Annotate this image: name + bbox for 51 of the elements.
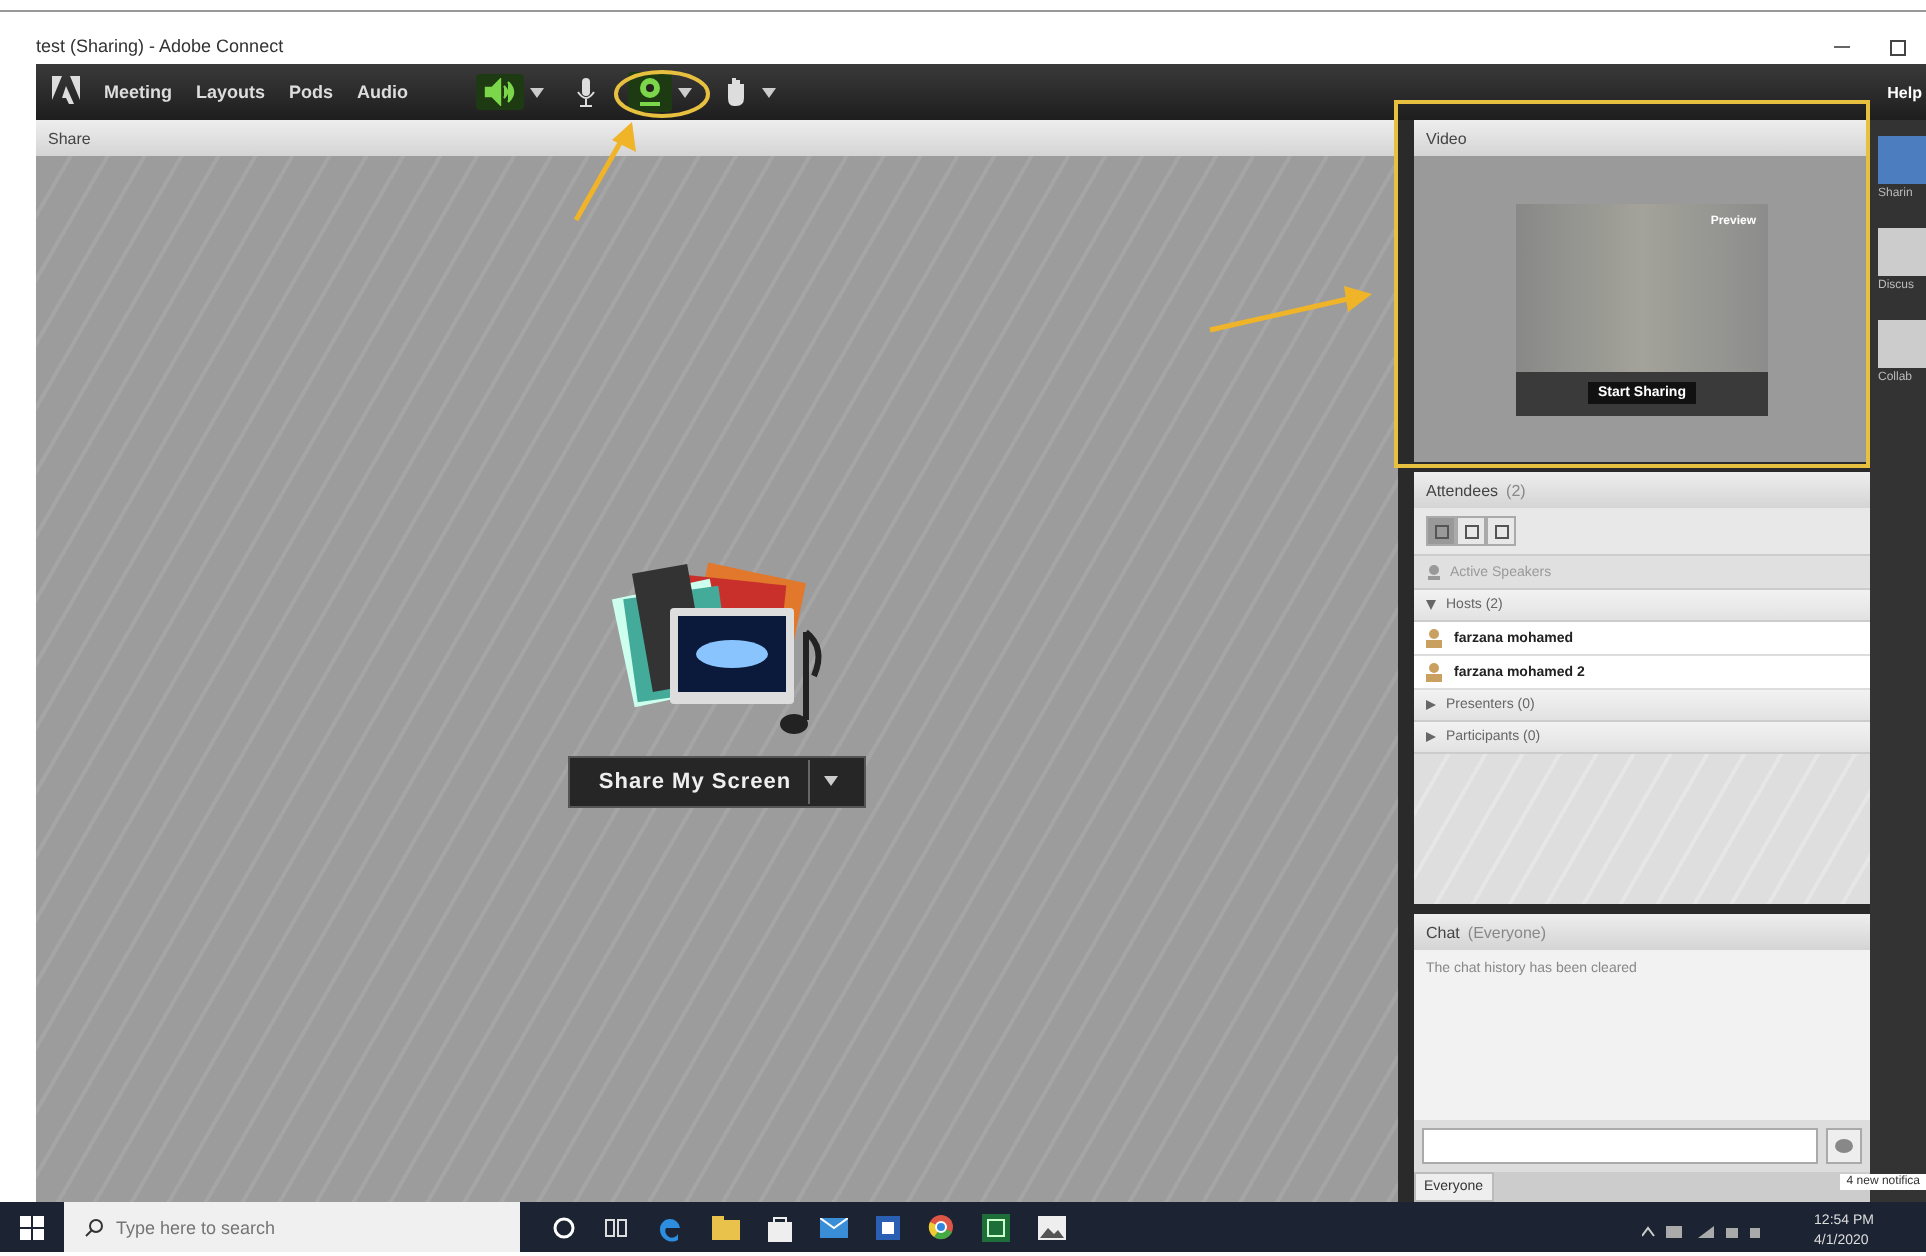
share-my-screen-button[interactable]: Share My Screen bbox=[568, 755, 866, 807]
menu-item[interactable]: Audio bbox=[357, 82, 409, 102]
tray-icons-drawing[interactable] bbox=[1642, 1223, 1763, 1239]
annotation-arrow bbox=[573, 122, 636, 222]
edge-browser-icon[interactable] bbox=[656, 1213, 684, 1241]
pod-title: Chat bbox=[1426, 923, 1460, 941]
triangle-icon bbox=[1426, 600, 1436, 610]
help-menu[interactable]: Help bbox=[1887, 84, 1922, 102]
view-tab[interactable] bbox=[1486, 516, 1516, 546]
caret-icon[interactable] bbox=[530, 87, 545, 97]
pod-title: Attendees bbox=[1426, 481, 1499, 499]
task-view-icon[interactable] bbox=[604, 1215, 628, 1239]
caret-icon[interactable] bbox=[678, 87, 693, 97]
layout-thumbnail[interactable] bbox=[1878, 136, 1926, 184]
layout-thumbnail[interactable] bbox=[1878, 228, 1926, 276]
user-icon bbox=[1426, 628, 1442, 648]
shopping-bag-icon[interactable] bbox=[768, 1213, 792, 1241]
chrome-icon[interactable] bbox=[928, 1214, 954, 1240]
highlight-ellipse bbox=[614, 70, 710, 118]
menu-item[interactable]: Pods bbox=[289, 82, 334, 102]
cortana-icon[interactable] bbox=[552, 1215, 576, 1239]
layout-thumbnail[interactable] bbox=[1878, 320, 1926, 368]
send-button[interactable] bbox=[1826, 1128, 1862, 1164]
maximize-icon[interactable] bbox=[1890, 40, 1906, 56]
window-title: test (Sharing) - Adobe Connect bbox=[36, 36, 286, 56]
view-tab[interactable] bbox=[1426, 516, 1456, 546]
chat-input[interactable] bbox=[1422, 1128, 1818, 1164]
photos-icon[interactable] bbox=[1038, 1215, 1066, 1239]
caret-icon[interactable] bbox=[823, 776, 838, 786]
taskbar-search-field[interactable]: Type here to search bbox=[64, 1202, 520, 1252]
chat-scope: (Everyone) bbox=[1467, 923, 1547, 941]
triangle-icon bbox=[1426, 732, 1436, 742]
menu-item[interactable]: Layouts bbox=[196, 82, 266, 102]
speaker-icon bbox=[1426, 564, 1442, 580]
windows-start-icon[interactable] bbox=[20, 1215, 44, 1239]
view-tab[interactable] bbox=[1456, 516, 1486, 546]
speech-bubble-icon bbox=[1834, 1137, 1854, 1155]
search-icon bbox=[84, 1218, 104, 1238]
pod-title: Share bbox=[48, 129, 91, 147]
pod-title: Video bbox=[1426, 129, 1467, 147]
user-icon bbox=[1426, 662, 1442, 682]
caret-icon[interactable] bbox=[762, 87, 777, 97]
minimize-icon[interactable] bbox=[1834, 46, 1850, 50]
webcam-icon[interactable] bbox=[628, 72, 673, 112]
triangle-icon bbox=[1426, 700, 1436, 710]
mail-icon[interactable] bbox=[820, 1217, 848, 1237]
speaker-icon[interactable] bbox=[476, 74, 525, 110]
adobe-logo-icon[interactable] bbox=[52, 76, 80, 108]
folder-icon[interactable] bbox=[712, 1215, 740, 1239]
menu-item[interactable]: Meeting bbox=[104, 82, 173, 102]
attendee-count: (2) bbox=[1506, 481, 1526, 499]
